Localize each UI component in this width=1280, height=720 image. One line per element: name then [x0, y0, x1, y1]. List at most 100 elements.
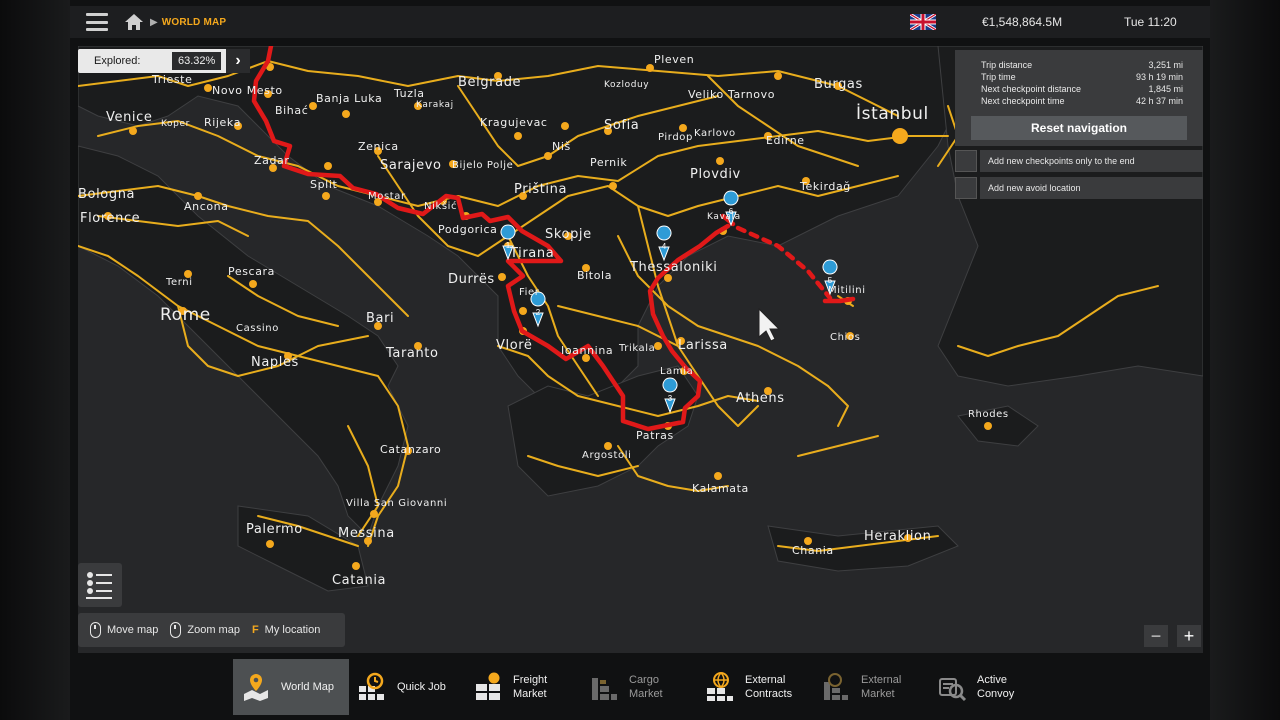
city-label: Bologna: [78, 187, 136, 202]
explored-indicator: Explored: 63.32%: [78, 49, 250, 73]
city-label: Pleven: [654, 53, 695, 66]
city-label: Rijeka: [204, 116, 242, 129]
city-label: Edirne: [766, 134, 805, 147]
trip-row-label: Trip distance: [981, 60, 1033, 70]
zoom-out-button[interactable]: −: [1144, 625, 1168, 647]
chevron-right-icon: ▶: [150, 16, 158, 28]
trip-row: Trip time 93 h 19 min: [955, 71, 1203, 83]
city-label: Larissa: [678, 338, 728, 353]
zoom-map-label: Zoom map: [187, 624, 240, 636]
move-map-label: Move map: [107, 624, 159, 636]
trip-row: Next checkpoint distance 1,845 mi: [955, 83, 1203, 95]
city-label: Messina: [338, 526, 395, 541]
svg-text:2: 2: [536, 308, 541, 317]
chevron-right-icon: ›: [235, 52, 241, 69]
mouse-icon: [90, 622, 101, 638]
home-icon[interactable]: [124, 12, 144, 32]
zoom-in-button[interactable]: +: [1177, 625, 1201, 647]
background-right: [1210, 0, 1280, 720]
city-label: Niš: [552, 140, 571, 153]
city-label: Tekirdağ: [800, 180, 851, 193]
city-label: Bitola: [577, 269, 613, 282]
tab-label: Quick Job: [397, 681, 446, 693]
city-label: Sofia: [604, 118, 640, 133]
breadcrumb[interactable]: WORLD MAP: [162, 17, 227, 28]
option-label[interactable]: Add new avoid location: [980, 177, 1203, 199]
city-label: Kragujevac: [480, 116, 548, 129]
tab-active-convoy[interactable]: Active Convoy: [929, 659, 1045, 715]
city-label: Podgorica: [438, 223, 498, 236]
city-label: Zadar: [254, 154, 290, 167]
explored-label: Explored:: [94, 55, 141, 67]
city-label: Belgrade: [458, 75, 522, 90]
city-label: Trikala: [619, 343, 656, 354]
city-label: Chania: [792, 544, 834, 557]
trip-row-value: 93 h 19 min: [1135, 72, 1183, 82]
city-label: Tuzla: [394, 87, 425, 100]
city-label: Catania: [332, 573, 387, 588]
option-avoid-location[interactable]: Add new avoid location: [955, 177, 1203, 199]
city-label: Mostar: [368, 191, 406, 202]
my-location-hint[interactable]: F My location: [252, 624, 320, 636]
uk-flag-icon[interactable]: [910, 14, 936, 30]
mouse-icon: [170, 622, 182, 638]
city-label: Pescara: [228, 265, 275, 278]
city-label: Argostoli: [582, 450, 632, 461]
city-label: Florence: [80, 211, 141, 226]
tab-label: Cargo Market: [629, 674, 663, 700]
reset-navigation-button[interactable]: Reset navigation: [971, 116, 1187, 140]
my-location-label: My location: [264, 624, 321, 636]
city-label: Venice: [106, 110, 153, 125]
city-label: Palermo: [246, 522, 303, 537]
move-map-hint: Move map: [90, 622, 158, 638]
checkbox[interactable]: [955, 177, 977, 199]
trip-row-label: Next checkpoint time: [981, 96, 1065, 106]
menu-icon[interactable]: [86, 13, 108, 31]
city-label: Kozloduy: [604, 80, 650, 90]
money-balance: €1,548,864.5M: [982, 15, 1063, 29]
tab-freight-market[interactable]: Freight Market: [465, 659, 581, 715]
trip-row: Trip distance 3,251 mi: [955, 59, 1203, 71]
trip-row-label: Next checkpoint distance: [981, 84, 1082, 94]
game-clock: Tue 11:20: [1124, 15, 1177, 29]
city-label: Lamia: [660, 366, 694, 377]
trip-row-value: 42 h 37 min: [1135, 96, 1183, 106]
bottom-tab-bar: World Map Quick Job Freight Market Cargo…: [233, 659, 1045, 715]
map-legend-button[interactable]: [78, 563, 122, 607]
option-label[interactable]: Add new checkpoints only to the end: [980, 150, 1203, 172]
active-convoy-icon: [939, 678, 967, 702]
city-label: Rome: [160, 305, 211, 325]
tab-label: World Map: [281, 681, 334, 693]
city-label: Fier: [519, 287, 540, 298]
freight-market-icon: [476, 672, 500, 700]
city-label: Banja Luka: [316, 92, 383, 105]
city-label: Plovdiv: [690, 167, 741, 182]
map-controls-hint: Move map Zoom map F My location: [78, 613, 345, 647]
city-label: Cassino: [236, 323, 279, 334]
city-label: Catanzaro: [380, 443, 442, 456]
city-label: Mitilini: [828, 285, 866, 296]
city-label: Bijelo Polje: [452, 160, 514, 171]
option-checkpoints-end[interactable]: Add new checkpoints only to the end: [955, 150, 1203, 172]
city-label: Bihać: [275, 104, 309, 117]
city-label: Tirana: [510, 246, 555, 261]
explored-expand-button[interactable]: ›: [226, 49, 250, 73]
tab-external-contracts[interactable]: External Contracts: [697, 659, 813, 715]
city-label: Heraklion: [864, 529, 932, 544]
city-label: Novo Mesto: [212, 84, 283, 97]
city-label: Karakaj: [416, 100, 454, 110]
city-label: Sarajevo: [380, 158, 442, 173]
trip-row-label: Trip time: [981, 72, 1016, 82]
tab-external-market[interactable]: External Market: [813, 659, 929, 715]
city-label: İstanbul: [856, 104, 929, 124]
city-label: Thessaloniki: [630, 260, 718, 275]
tab-world-map[interactable]: World Map: [233, 659, 349, 715]
tab-quick-job[interactable]: Quick Job: [349, 659, 465, 715]
cargo-market-icon: [592, 678, 617, 700]
legend-icon: [86, 572, 112, 599]
tab-cargo-market[interactable]: Cargo Market: [581, 659, 697, 715]
external-contracts-icon: [707, 672, 733, 701]
quick-job-icon: [359, 672, 384, 700]
svg-text:4: 4: [662, 242, 667, 251]
checkbox[interactable]: [955, 150, 977, 172]
